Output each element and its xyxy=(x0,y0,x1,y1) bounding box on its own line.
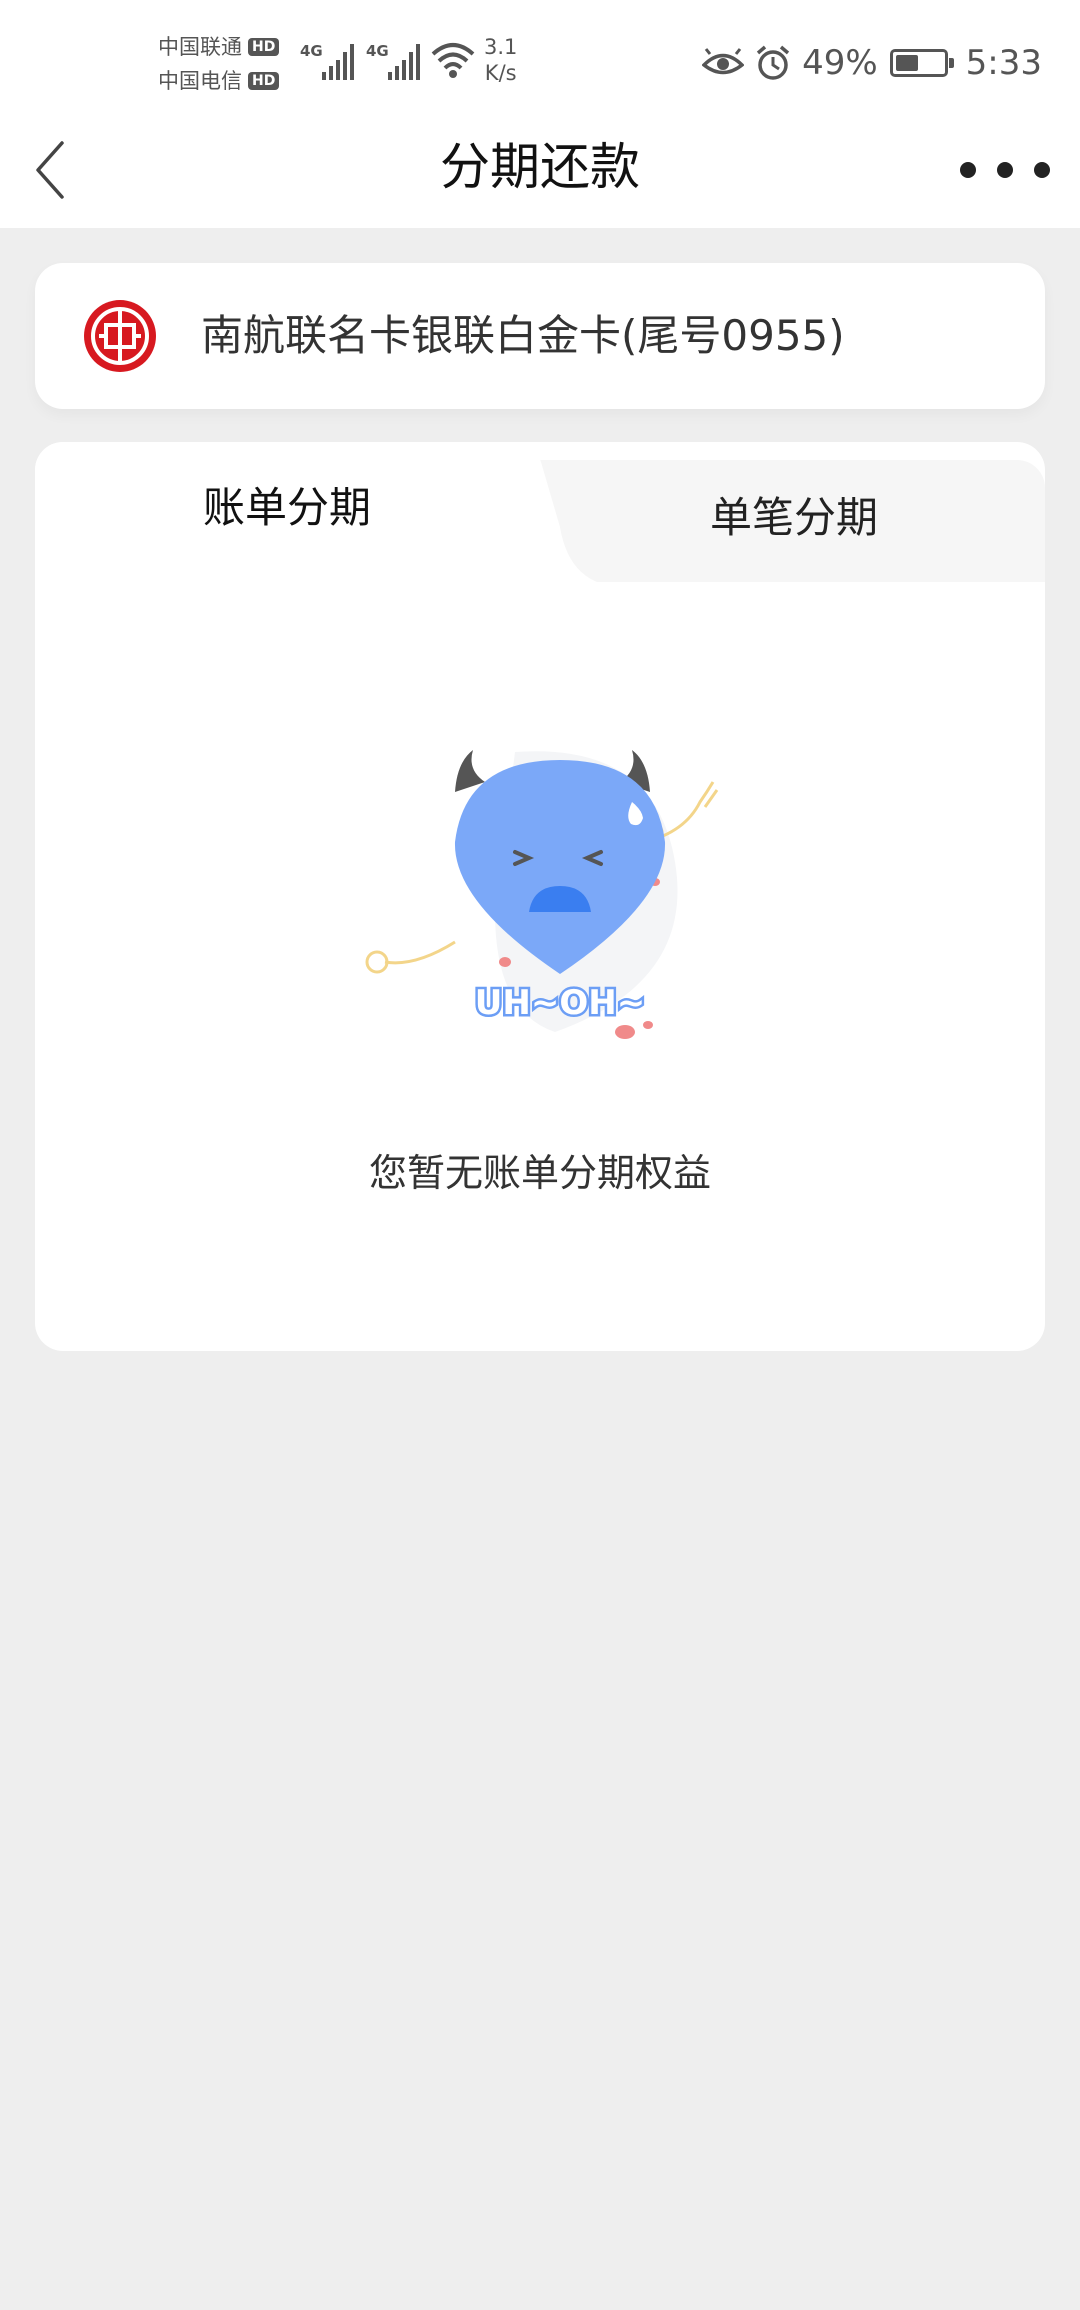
network-type-label: 4G xyxy=(300,42,323,60)
carrier-info: 中国联通 HD 中国电信 HD xyxy=(158,30,280,98)
clock-time: 5:33 xyxy=(965,43,1042,83)
signal-strength-icon: 4G xyxy=(366,42,420,80)
active-tab-shape xyxy=(35,442,1045,587)
network-type-label: 4G xyxy=(366,42,389,60)
status-bar: 中国联通 HD 中国电信 HD 4G 4G 3.1 K/s 49% 5:33 xyxy=(0,0,1080,115)
network-speed: 3.1 K/s xyxy=(484,34,517,86)
battery-icon xyxy=(889,49,954,77)
tab-bill-installment[interactable]: 账单分期 xyxy=(203,478,371,538)
net-speed-unit: K/s xyxy=(484,61,517,85)
status-right: 49% 5:33 xyxy=(692,40,1042,86)
citic-bank-logo-icon xyxy=(84,300,156,372)
empty-state-message: 您暂无账单分期权益 xyxy=(368,1151,711,1195)
net-speed-value: 3.1 xyxy=(484,35,518,59)
illustration-text: UH~OH~ xyxy=(475,983,645,1023)
card-selector[interactable]: 南航联名卡银联白金卡(尾号0955) xyxy=(35,263,1045,409)
signal-strength-icon: 4G xyxy=(300,42,354,80)
tab-single-installment[interactable]: 单笔分期 xyxy=(710,488,878,548)
empty-state-illustration: UH~OH~ xyxy=(365,750,719,1039)
battery-fill xyxy=(895,55,919,71)
hd-badge: HD xyxy=(248,38,280,56)
battery-percent: 49% xyxy=(802,43,878,83)
carrier-1-label: 中国联通 xyxy=(158,35,242,59)
carrier-2-label: 中国电信 xyxy=(158,69,242,93)
eye-comfort-icon xyxy=(702,48,745,75)
more-dot-icon xyxy=(997,162,1013,178)
card-name: 南航联名卡银联白金卡(尾号0955) xyxy=(201,311,845,360)
alarm-icon xyxy=(756,45,790,80)
more-options-button[interactable] xyxy=(960,135,1050,205)
more-dot-icon xyxy=(1034,162,1050,178)
wifi-icon xyxy=(431,43,475,78)
header-area: 中国联通 HD 中国电信 HD 4G 4G 3.1 K/s 49% 5:33 分… xyxy=(0,0,1080,228)
navigation-bar: 分期还款 xyxy=(0,115,1080,228)
hd-badge: HD xyxy=(248,72,280,90)
installment-panel: 账单分期 单笔分期 UH~OH~ 您暂无账单分期权益 xyxy=(35,442,1045,1351)
more-dot-icon xyxy=(960,162,976,178)
page-title: 分期还款 xyxy=(440,138,640,196)
